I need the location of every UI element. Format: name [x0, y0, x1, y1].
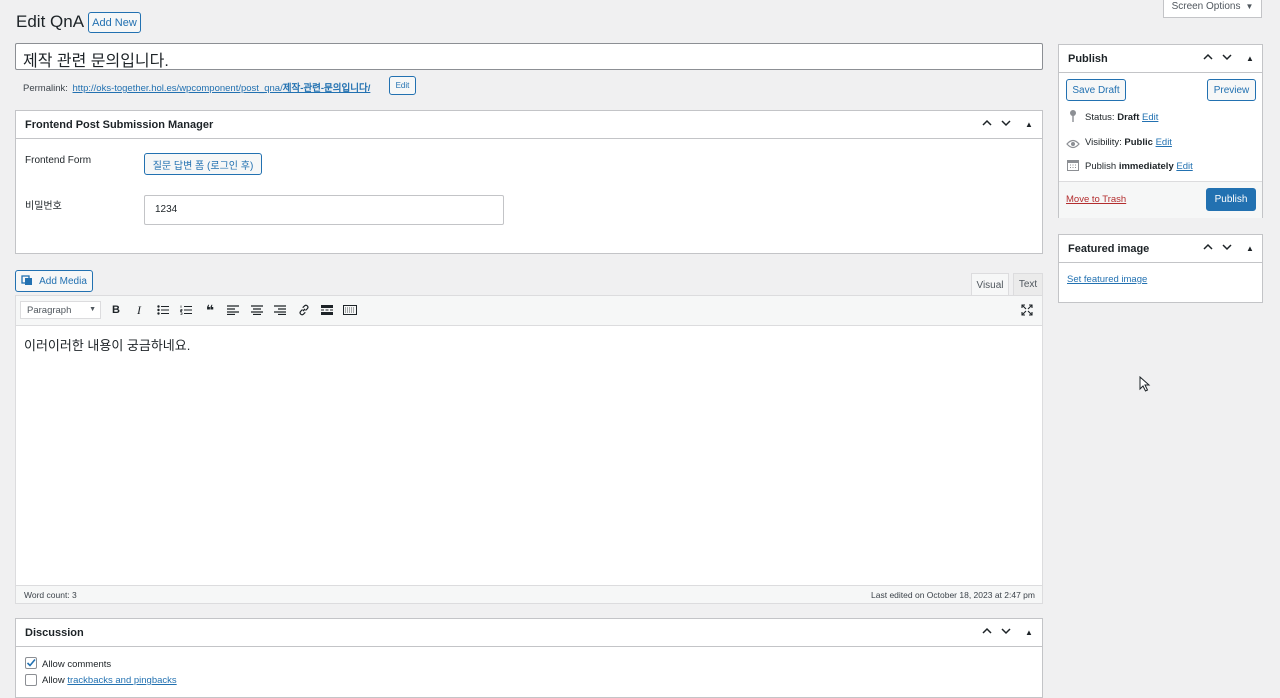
fullscreen-icon[interactable] [1018, 302, 1036, 318]
password-value: 1234 [155, 204, 178, 215]
format-select[interactable]: Paragraph ▼ [20, 301, 101, 319]
status-value: Draft [1117, 112, 1140, 123]
numbered-list-icon[interactable] [177, 302, 195, 318]
edit-publish-time-link[interactable]: Edit [1176, 161, 1192, 172]
link-icon[interactable] [295, 302, 313, 318]
format-select-value: Paragraph [27, 305, 72, 316]
caret-down-icon: ▼ [1245, 2, 1254, 11]
chevron-up-icon[interactable] [1200, 51, 1216, 67]
allow-comments-checkbox[interactable] [25, 657, 37, 669]
tab-visual[interactable]: Visual [971, 273, 1009, 296]
visibility-row: Visibility: Public Edit [1085, 137, 1172, 148]
read-more-icon[interactable] [318, 302, 336, 318]
tab-text[interactable]: Text [1013, 273, 1043, 295]
permalink-label: Permalink: [23, 83, 68, 94]
password-label: 비밀번호 [25, 201, 62, 212]
publish-metabox: Publish ▲ Save Draft Preview Status: Dra… [1058, 44, 1263, 218]
move-to-trash-link[interactable]: Move to Trash [1066, 194, 1126, 205]
calendar-icon [1067, 159, 1079, 174]
toggle-arrow-icon[interactable]: ▲ [1242, 241, 1258, 257]
edit-status-link[interactable]: Edit [1142, 112, 1158, 123]
word-count: Word count: 3 [24, 590, 77, 600]
publish-time-value: immediately [1118, 161, 1174, 172]
blockquote-icon[interactable]: ❝ [201, 302, 219, 318]
tab-text-label: Text [1018, 279, 1038, 290]
publish-time-label: Publish [1085, 161, 1117, 172]
toolbar-toggle-icon[interactable] [341, 302, 359, 318]
align-left-icon[interactable] [224, 302, 242, 318]
chevron-down-icon[interactable] [998, 625, 1014, 641]
pin-icon [1068, 109, 1078, 126]
fpsm-metabox: Frontend Post Submission Manager ▲ Front… [15, 110, 1043, 254]
editor-content-text: 이러이러한 내용이 궁금하네요. [24, 338, 191, 353]
allow-trackbacks-checkbox[interactable] [25, 674, 37, 686]
fpsm-title: Frontend Post Submission Manager [25, 119, 214, 131]
featured-image-metabox: Featured image ▲ Set featured image [1058, 234, 1263, 303]
set-featured-image-link[interactable]: Set featured image [1067, 274, 1147, 285]
edit-visibility-link[interactable]: Edit [1156, 137, 1172, 148]
permalink-slug: 제작-관련-문의입니다/ [282, 83, 371, 94]
permalink-edit-button[interactable]: Edit [389, 76, 416, 95]
allow-trackbacks-prefix: Allow [42, 675, 68, 686]
italic-icon[interactable]: I [130, 302, 148, 318]
chevron-up-icon[interactable] [1200, 241, 1216, 257]
add-media-button[interactable]: Add Media [15, 270, 93, 292]
checkmark-icon [26, 658, 36, 667]
last-edited: Last edited on October 18, 2023 at 2:47 … [871, 590, 1035, 600]
allow-trackbacks-label: Allow trackbacks and pingbacks [42, 675, 177, 686]
visibility-label: Visibility: [1085, 137, 1122, 148]
preview-button[interactable]: Preview [1207, 79, 1256, 101]
align-right-icon[interactable] [271, 302, 289, 318]
visibility-value: Public [1124, 137, 1153, 148]
bold-icon[interactable]: B [107, 302, 125, 318]
save-draft-button[interactable]: Save Draft [1066, 79, 1126, 101]
screen-options-button[interactable]: Screen Options ▼ [1163, 0, 1262, 18]
trackbacks-link[interactable]: trackbacks and pingbacks [67, 675, 176, 686]
status-label: Status: [1085, 112, 1115, 123]
eye-icon [1066, 137, 1080, 152]
featured-image-header: Featured image ▲ [1059, 235, 1262, 263]
permalink-base: http://oks-together.hol.es/wpcomponent/p… [72, 83, 283, 94]
fpsm-header: Frontend Post Submission Manager ▲ [16, 111, 1042, 139]
frontend-form-label: Frontend Form [25, 155, 92, 166]
toggle-arrow-icon[interactable]: ▲ [1242, 51, 1258, 67]
discussion-title: Discussion [25, 627, 84, 639]
permalink-row: Permalink: http://oks-together.hol.es/wp… [23, 80, 370, 94]
featured-image-title: Featured image [1068, 243, 1150, 255]
status-row: Status: Draft Edit [1085, 112, 1158, 123]
add-new-button[interactable]: Add New [88, 12, 141, 33]
editor-status-bar: Word count: 3 Last edited on October 18,… [16, 585, 1042, 603]
cursor-icon [1139, 376, 1151, 392]
align-center-icon[interactable] [248, 302, 266, 318]
chevron-up-icon[interactable] [979, 117, 995, 133]
chevron-down-icon[interactable] [1219, 241, 1235, 257]
add-media-label: Add Media [39, 275, 87, 287]
post-title-input[interactable]: 제작 관련 문의입니다. [15, 43, 1043, 70]
toggle-arrow-icon[interactable]: ▲ [1021, 117, 1037, 133]
chevron-down-icon[interactable] [1219, 51, 1235, 67]
allow-comments-label: Allow comments [42, 659, 112, 670]
frontend-form-button[interactable]: 질문 답변 폼 (로그인 후) [144, 153, 262, 175]
page-title: Edit QnA [16, 12, 85, 31]
add-media-icon [21, 274, 33, 289]
permalink-link[interactable]: http://oks-together.hol.es/wpcomponent/p… [73, 83, 371, 94]
screen-options-label: Screen Options [1171, 1, 1241, 12]
chevron-up-icon[interactable] [979, 625, 995, 641]
tab-visual-label: Visual [976, 279, 1004, 291]
publish-title: Publish [1068, 53, 1108, 65]
discussion-metabox: Discussion ▲ Allow comments Allow trackb… [15, 618, 1043, 698]
publish-button[interactable]: Publish [1206, 188, 1256, 211]
publish-time-row: Publish immediately Edit [1085, 161, 1193, 172]
bullet-list-icon[interactable] [154, 302, 172, 318]
toggle-arrow-icon[interactable]: ▲ [1021, 625, 1037, 641]
post-title-value: 제작 관련 문의입니다. [23, 53, 169, 70]
chevron-down-icon[interactable] [998, 117, 1014, 133]
password-input[interactable]: 1234 [144, 195, 504, 225]
discussion-header: Discussion ▲ [16, 619, 1042, 647]
editor-content[interactable]: 이러이러한 내용이 궁금하네요. [17, 326, 1041, 584]
caret-down-icon: ▼ [89, 306, 96, 313]
publish-header: Publish ▲ [1059, 45, 1262, 73]
